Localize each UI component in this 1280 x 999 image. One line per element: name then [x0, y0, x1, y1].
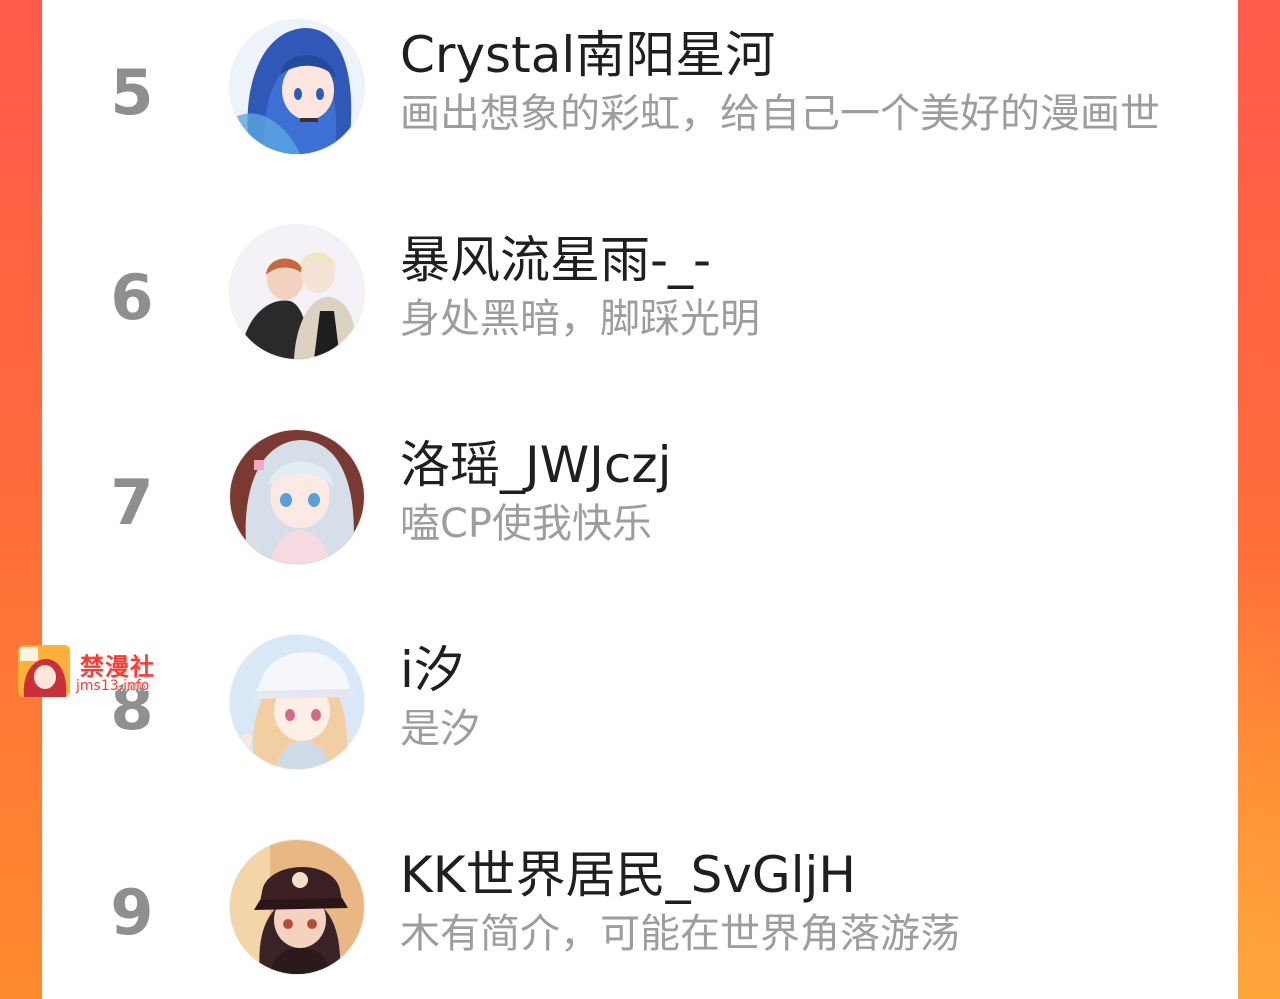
user-avatar[interactable]	[230, 430, 364, 564]
anime-boy-cap-avatar	[230, 840, 364, 974]
watermark-url: jms13.info	[76, 678, 150, 694]
rank-number: 5	[110, 56, 154, 129]
anime-girl-blue-hair-avatar	[230, 20, 364, 154]
user-name[interactable]: Crystal南阳星河	[400, 30, 775, 80]
user-name[interactable]: KK世界居民_SvGljH	[400, 850, 856, 900]
ranking-list-item[interactable]: 6 暴风流星雨-_- 身处黑暗，脚踩光明	[42, 205, 1238, 385]
user-name[interactable]: 暴风流星雨-_-	[400, 235, 711, 285]
anime-girl-silver-hair-avatar	[230, 430, 364, 564]
ranking-list-item[interactable]: 7 洛瑶_JWJczj 嗑CP使我快乐	[42, 410, 1238, 590]
user-bio: 木有简介，可能在世界角落游荡	[400, 911, 960, 957]
user-name[interactable]: i汐	[400, 645, 464, 695]
user-bio: 是汐	[400, 706, 480, 752]
watermark-title: 禁漫社	[80, 653, 155, 681]
user-bio: 画出想象的彩虹，给自己一个美好的漫画世	[400, 91, 1160, 137]
ranking-list-item[interactable]: 5 Crystal南阳星河 画出想象的彩虹，给自己一个美好的漫画世	[42, 0, 1238, 180]
watermark-logo-icon	[18, 645, 70, 697]
anime-couple-avatar	[230, 225, 364, 359]
user-avatar[interactable]	[230, 635, 364, 769]
ranking-list-item[interactable]: 9 KK世界居民_SvGljH 木有简介，可能在世界角落游荡	[42, 820, 1238, 999]
ranking-panel: 5 Crystal南阳星河 画出想象的彩虹，给自己一个美好的漫画世 6 暴风流星…	[42, 0, 1238, 999]
user-bio: 嗑CP使我快乐	[400, 501, 653, 547]
user-name[interactable]: 洛瑶_JWJczj	[400, 440, 672, 490]
anime-girl-cap-avatar	[230, 635, 364, 769]
site-watermark: 禁漫社 jms13.info	[18, 645, 168, 699]
rank-number: 7	[110, 466, 154, 539]
rank-number: 6	[110, 261, 154, 334]
user-avatar[interactable]	[230, 225, 364, 359]
page-background: 5 Crystal南阳星河 画出想象的彩虹，给自己一个美好的漫画世 6 暴风流星…	[0, 0, 1280, 999]
user-avatar[interactable]	[230, 840, 364, 974]
user-bio: 身处黑暗，脚踩光明	[400, 296, 760, 342]
user-avatar[interactable]	[230, 20, 364, 154]
rank-number: 9	[110, 876, 154, 949]
ranking-list-item[interactable]: 8 i汐 是汐	[42, 615, 1238, 795]
